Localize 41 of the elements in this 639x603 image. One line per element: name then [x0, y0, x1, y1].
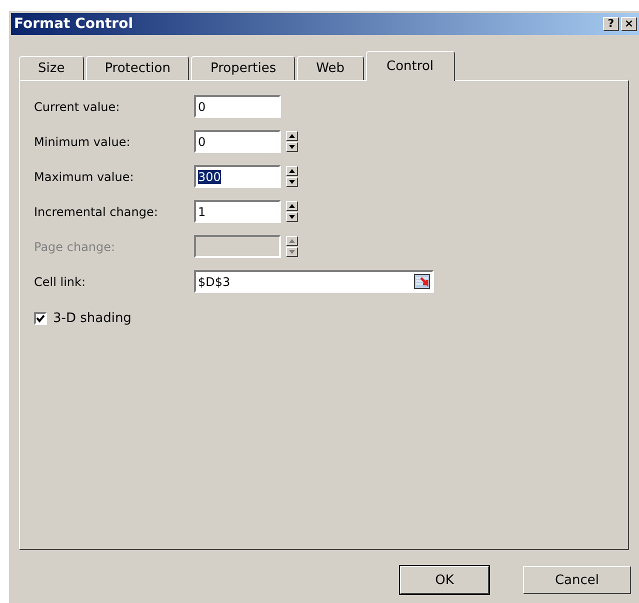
up-arrow-icon	[289, 169, 295, 173]
dialog-button[interactable]: Cancel	[523, 566, 631, 594]
tab[interactable]: Properties	[191, 56, 296, 80]
input-field[interactable]: 1	[194, 200, 281, 223]
spin-up-button[interactable]	[286, 201, 298, 211]
input-field[interactable]: 300	[194, 165, 281, 188]
checkbox-label: 3-D shading	[53, 311, 132, 326]
close-button[interactable]: ×	[621, 17, 637, 31]
up-arrow-icon	[289, 204, 295, 208]
dialog-button[interactable]: OK	[400, 566, 489, 594]
tab[interactable]: Control	[366, 51, 455, 81]
spin-down-button[interactable]	[286, 247, 298, 257]
checkbox[interactable]	[34, 312, 47, 325]
down-arrow-icon	[289, 215, 295, 219]
down-arrow-icon	[289, 180, 295, 184]
window-title: Format Control	[14, 16, 134, 32]
down-arrow-icon	[289, 145, 295, 149]
spin-down-button[interactable]	[286, 142, 298, 152]
field-label: Minimum value:	[34, 134, 132, 148]
field-label: Current value:	[34, 100, 121, 114]
down-arrow-icon	[289, 250, 295, 254]
spin-up-button[interactable]	[286, 131, 298, 141]
spin-up-button[interactable]	[286, 166, 298, 176]
tab[interactable]: Protection	[86, 56, 190, 80]
tab[interactable]: Web	[297, 56, 364, 80]
spin-down-button[interactable]	[286, 212, 298, 222]
collapse-dialog-icon[interactable]	[414, 274, 430, 289]
input-field[interactable]: 0	[194, 95, 281, 118]
selected-text: 300	[198, 170, 221, 184]
help-button[interactable]: ?	[603, 17, 619, 31]
input-field[interactable]: $D$3	[194, 270, 434, 293]
up-arrow-icon	[289, 134, 295, 138]
field-label: Maximum value:	[34, 170, 135, 184]
field-label: Cell link:	[34, 274, 87, 288]
field-label: Incremental change:	[34, 204, 159, 218]
spin-up-button[interactable]	[286, 236, 298, 246]
spin-down-button[interactable]	[286, 177, 298, 187]
tab[interactable]: Size	[19, 56, 84, 80]
input-field[interactable]: 0	[194, 130, 281, 153]
field-label: Page change:	[34, 240, 116, 254]
up-arrow-icon	[289, 239, 295, 243]
